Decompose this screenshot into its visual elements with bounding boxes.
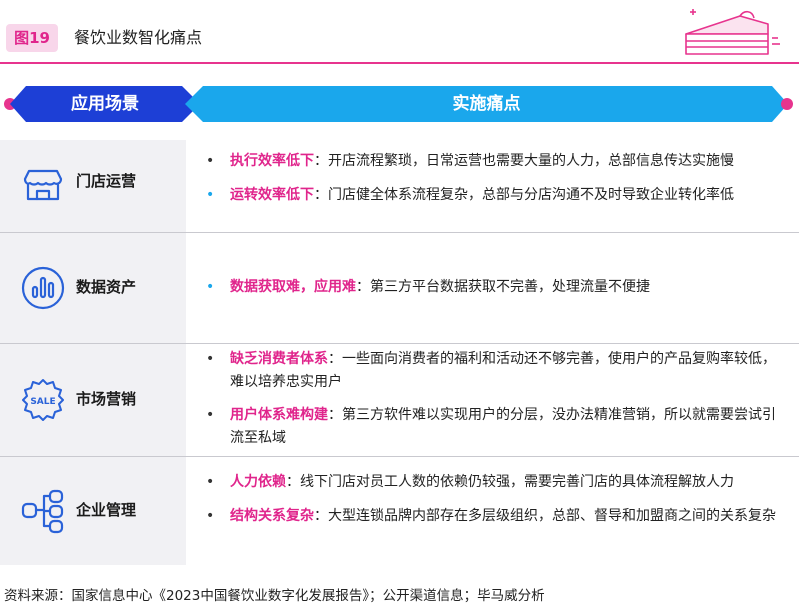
pain-keyword: 执行效率低下 bbox=[230, 153, 314, 169]
pain-keyword: 运转效率低下 bbox=[230, 187, 314, 203]
category-label: 数据资产 bbox=[76, 278, 137, 296]
bullet-dot: • bbox=[206, 153, 215, 169]
pain-separator: ： bbox=[328, 351, 342, 367]
pain-keyword: 用户体系难构建 bbox=[230, 407, 328, 423]
pain-separator: ： bbox=[314, 153, 328, 169]
right-dot-decoration bbox=[781, 98, 793, 110]
bullet-dot: • bbox=[206, 474, 215, 490]
cake-slice-icon bbox=[685, 9, 780, 55]
storefront-icon bbox=[23, 169, 63, 201]
figure-number-badge: 图19 bbox=[6, 24, 58, 52]
pain-description: 门店健全体系流程复杂，总部与分店沟通不及时导致企业转化率低 bbox=[328, 187, 734, 203]
header-divider bbox=[0, 62, 799, 64]
pain-separator: ： bbox=[328, 407, 342, 423]
sale-badge-icon: SALE bbox=[22, 379, 64, 421]
list-item: • 数据获取难，应用难：第三方平台数据获取不完善，处理流量不便捷 bbox=[206, 276, 786, 299]
bullet-dot: • bbox=[206, 351, 215, 367]
column-header-scene: 应用场景 bbox=[10, 86, 200, 122]
list-item: • 人力依赖：线下门店对员工人数的依赖仍较强，需要完善门店的具体流程解放人力 bbox=[206, 471, 786, 494]
pain-separator: ： bbox=[356, 279, 370, 295]
category-label: 市场营销 bbox=[76, 390, 137, 408]
pain-keyword: 结构关系复杂 bbox=[230, 508, 314, 524]
bullet-dot: • bbox=[206, 187, 215, 203]
table-row: 门店运营 • 执行效率低下：开店流程繁琐，日常运营也需要大量的人力，总部信息传达… bbox=[0, 140, 799, 232]
source-note: 资料来源：国家信息中心《2023中国餐饮业数字化发展报告》；公开渠道信息；毕马威… bbox=[4, 588, 545, 604]
pain-separator: ： bbox=[314, 187, 328, 203]
table-row: SALE 市场营销 • 缺乏消费者体系：一些面向消费者的福利和活动还不够完善，使… bbox=[0, 344, 799, 456]
pain-keyword: 人力依赖 bbox=[230, 474, 286, 490]
pain-separator: ： bbox=[314, 508, 328, 524]
bullet-dot: • bbox=[206, 407, 215, 423]
list-item: • 运转效率低下：门店健全体系流程复杂，总部与分店沟通不及时导致企业转化率低 bbox=[206, 184, 786, 207]
list-item: • 用户体系难构建：第三方软件难以实现用户的分层，没办法精准营销，所以就需要尝试… bbox=[206, 404, 786, 450]
category-label: 门店运营 bbox=[76, 172, 137, 190]
pain-description: 大型连锁品牌内部存在多层级组织，总部、督导和加盟商之间的关系复杂 bbox=[328, 508, 776, 524]
pain-keyword: 数据获取难，应用难 bbox=[230, 279, 356, 295]
figure-header: 图19 餐饮业数智化痛点 bbox=[0, 0, 799, 62]
table-row: 数据资产 • 数据获取难，应用难：第三方平台数据获取不完善，处理流量不便捷 bbox=[0, 233, 799, 343]
svg-text:SALE: SALE bbox=[30, 397, 55, 407]
category-label: 企业管理 bbox=[76, 501, 137, 519]
pain-description: 开店流程繁琐，日常运营也需要大量的人力，总部信息传达实施慢 bbox=[328, 153, 734, 169]
pain-separator: ： bbox=[286, 474, 300, 490]
pain-keyword: 缺乏消费者体系 bbox=[230, 351, 328, 367]
list-item: • 结构关系复杂：大型连锁品牌内部存在多层级组织，总部、督导和加盟商之间的关系复… bbox=[206, 505, 786, 528]
column-header-pain: 实施痛点 bbox=[185, 86, 788, 122]
column-header-scene-label: 应用场景 bbox=[71, 94, 139, 114]
bar-chart-icon bbox=[21, 266, 65, 310]
figure-title: 餐饮业数智化痛点 bbox=[74, 28, 203, 47]
table-row: 企业管理 • 人力依赖：线下门店对员工人数的依赖仍较强，需要完善门店的具体流程解… bbox=[0, 457, 799, 565]
pain-description: 第三方平台数据获取不完善，处理流量不便捷 bbox=[370, 279, 650, 295]
bullet-dot: • bbox=[206, 279, 215, 295]
bullet-dot: • bbox=[206, 508, 215, 524]
org-structure-icon bbox=[21, 489, 64, 534]
pain-description: 线下门店对员工人数的依赖仍较强，需要完善门店的具体流程解放人力 bbox=[300, 474, 734, 490]
column-header-pain-label: 实施痛点 bbox=[452, 94, 521, 114]
list-item: • 缺乏消费者体系：一些面向消费者的福利和活动还不够完善，使用户的产品复购率较低… bbox=[206, 348, 786, 394]
list-item: • 执行效率低下：开店流程繁琐，日常运营也需要大量的人力，总部信息传达实施慢 bbox=[206, 150, 786, 173]
